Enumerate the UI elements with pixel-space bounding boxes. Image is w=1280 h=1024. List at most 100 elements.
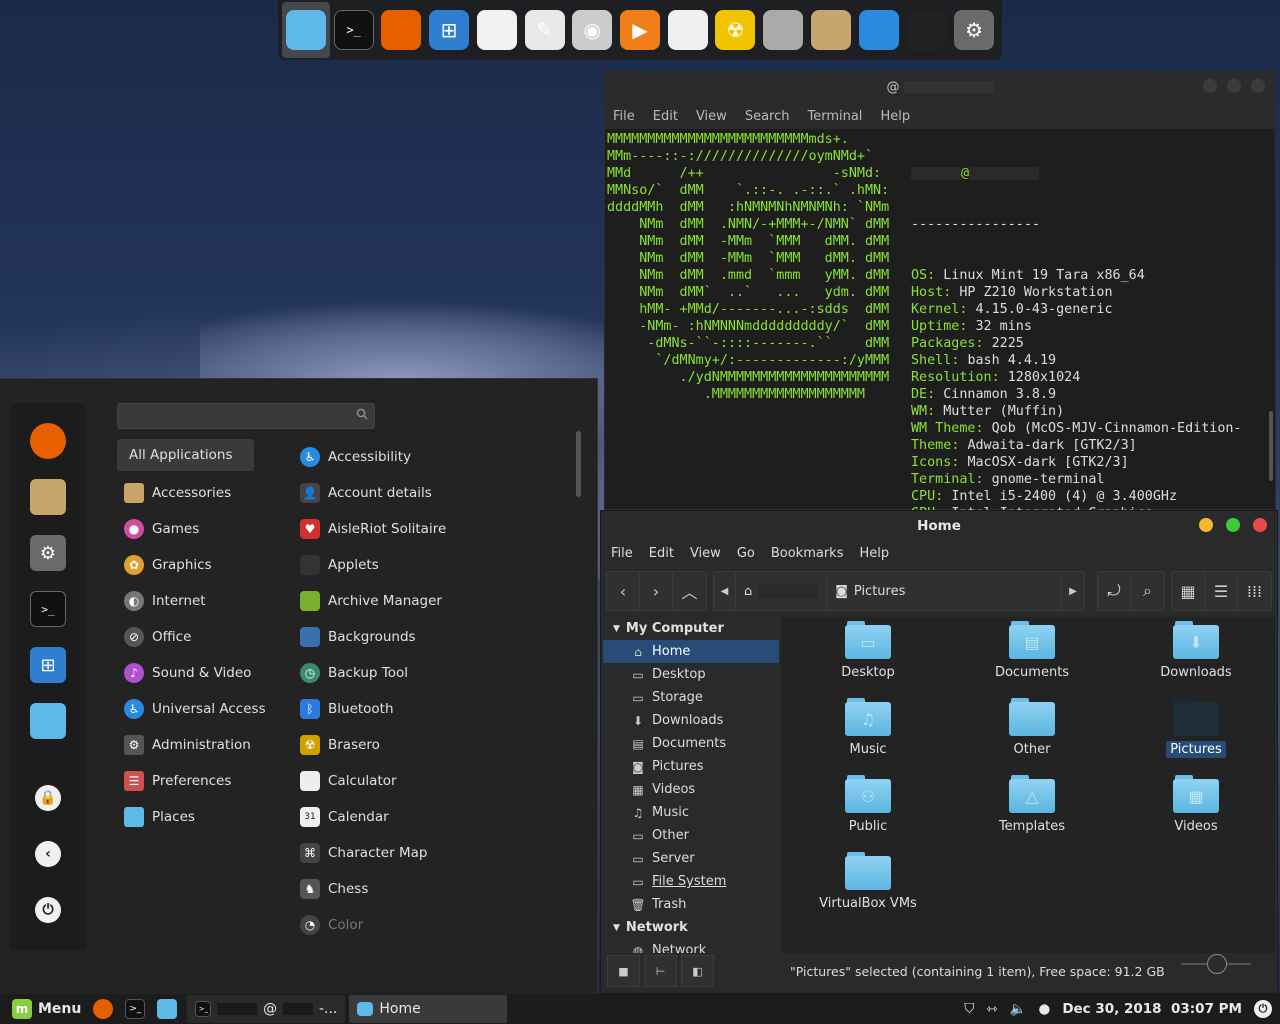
sidebar-item-videos[interactable]: ▦ Videos — [603, 778, 779, 801]
menu-search-input[interactable] — [118, 408, 356, 424]
sidebar-section-network[interactable]: ▼ Network — [603, 916, 779, 939]
sidebar-section-my-computer[interactable]: ▼ My Computer — [603, 617, 779, 640]
search-button[interactable]: ⌕ — [1131, 572, 1164, 610]
terminal-menu-edit[interactable]: Edit — [653, 109, 678, 124]
panel-launcher-files[interactable] — [151, 994, 183, 1024]
show-places-button[interactable]: ■ — [607, 955, 640, 987]
terminal-menu-help[interactable]: Help — [880, 109, 910, 124]
dock-item-firefox[interactable] — [377, 2, 425, 58]
category-accessories[interactable]: Accessories — [117, 475, 287, 511]
dock-item-brasero[interactable]: ☢ — [712, 2, 760, 58]
maximize-button[interactable] — [1226, 518, 1240, 532]
sidebar-item-music[interactable]: ♫ Music — [603, 801, 779, 824]
app-account-details[interactable]: 👤 Account details — [300, 475, 570, 511]
menu-file[interactable]: File — [611, 546, 633, 561]
taskbar-home-window[interactable]: Home — [349, 995, 508, 1023]
app-backup-tool[interactable]: ◷ Backup Tool — [300, 655, 570, 691]
category-universal-access[interactable]: ♿ Universal Access — [117, 691, 287, 727]
dock-item-disks[interactable] — [759, 2, 807, 58]
sidebar-item-downloads[interactable]: ⬇ Downloads — [603, 709, 779, 732]
sidebar-item-desktop[interactable]: ▭ Desktop — [603, 663, 779, 686]
app-calculator[interactable]: Calculator — [300, 763, 570, 799]
terminal-menu-file[interactable]: File — [613, 109, 635, 124]
terminal-minimize-button[interactable] — [1203, 79, 1217, 93]
category-office[interactable]: ⊘ Office — [117, 619, 287, 655]
fav-archive-icon[interactable] — [30, 479, 66, 515]
show-tree-button[interactable]: ⊢ — [644, 955, 677, 987]
user-icon[interactable]: ● — [1039, 1001, 1051, 1017]
back-button[interactable]: ‹ — [607, 572, 640, 610]
network-icon[interactable]: ⇿ — [986, 1001, 997, 1017]
menu-view[interactable]: View — [690, 546, 721, 561]
folder-item[interactable]: ♫ Music — [798, 698, 938, 758]
menu-edit[interactable]: Edit — [649, 546, 674, 561]
category-all-applications[interactable]: All Applications — [117, 439, 254, 471]
folder-item[interactable]: ▭ Desktop — [798, 621, 938, 681]
sidebar-item-file-system[interactable]: ▭ File System — [603, 870, 779, 893]
dock-item-security[interactable] — [855, 2, 903, 58]
lock-screen-icon[interactable]: 🔒 — [35, 785, 61, 811]
dock-item-archive[interactable] — [807, 2, 855, 58]
clock[interactable]: Dec 30, 2018 03:07 PM — [1062, 1001, 1242, 1017]
folder-item[interactable]: ▤ Documents — [962, 621, 1102, 681]
sidebar-item-server[interactable]: ▭ Server — [603, 847, 779, 870]
category-sound-video[interactable]: ♪ Sound & Video — [117, 655, 287, 691]
fav-firefox-icon[interactable] — [30, 423, 66, 459]
dock-item-drawing[interactable]: ✎ — [521, 2, 569, 58]
terminal-scrollbar[interactable] — [1269, 411, 1273, 481]
dock-item-terminal[interactable]: >_ — [330, 2, 378, 58]
app-backgrounds[interactable]: Backgrounds — [300, 619, 570, 655]
category-places[interactable]: Places — [117, 799, 287, 835]
app-applets[interactable]: Applets — [300, 547, 570, 583]
terminal-titlebar[interactable]: @ — [605, 71, 1275, 103]
folder-item[interactable]: ⚇ Public — [798, 775, 938, 835]
app-calendar[interactable]: 31 Calendar — [300, 799, 570, 835]
close-button[interactable] — [1253, 518, 1267, 532]
menu-help[interactable]: Help — [859, 546, 889, 561]
taskbar-terminal-window[interactable]: >_ @ -... — [187, 995, 346, 1023]
folder-item[interactable]: ▦ Videos — [1126, 775, 1266, 835]
dock-item-disc[interactable]: ◉ — [568, 2, 616, 58]
forward-button[interactable]: › — [640, 572, 673, 610]
file-view[interactable]: ▭ Desktop ▤ Documents ⬇ Downloads ♫ Music Other P… — [781, 617, 1275, 953]
power-icon[interactable]: ⏻ — [35, 897, 61, 923]
category-administration[interactable]: ⚙ Administration — [117, 727, 287, 763]
menu-search-box[interactable] — [117, 403, 375, 429]
power-icon[interactable]: ⏻ — [1254, 1000, 1272, 1018]
dock-item-monitor[interactable] — [903, 2, 951, 58]
volume-icon[interactable]: 🔈 — [1010, 1001, 1027, 1017]
dock-item-settings[interactable]: ⚙ — [950, 2, 998, 58]
zoom-slider-knob[interactable] — [1207, 954, 1227, 974]
dock-item-calculator[interactable] — [664, 2, 712, 58]
dock-item-files[interactable] — [282, 2, 330, 58]
list-view-button[interactable]: ☰ — [1205, 572, 1238, 610]
sidebar-item-home[interactable]: ⌂ Home — [603, 640, 779, 663]
category-preferences[interactable]: ☰ Preferences — [117, 763, 287, 799]
fav-settings-icon[interactable]: ⚙ — [30, 535, 66, 571]
category-games[interactable]: ● Games — [117, 511, 287, 547]
folder-item[interactable]: Pictures — [1126, 698, 1266, 758]
app-color[interactable]: ◔ Color — [300, 907, 570, 943]
crumb-right-button[interactable]: ▶ — [1062, 572, 1084, 610]
compact-view-button[interactable]: ⁞⁞⁞ — [1238, 572, 1271, 610]
shield-icon[interactable]: ⛉ — [964, 1001, 974, 1017]
app-bluetooth[interactable]: ᛒ Bluetooth — [300, 691, 570, 727]
folder-item[interactable]: VirtualBox VMs — [798, 852, 938, 912]
hide-sidebar-button[interactable]: ◧ — [681, 955, 714, 987]
terminal-maximize-button[interactable] — [1227, 79, 1241, 93]
crumb-home[interactable]: ⌂ — [736, 572, 828, 610]
fav-system-monitor-icon[interactable]: ⊞ — [30, 647, 66, 683]
app-character-map[interactable]: ⌘ Character Map — [300, 835, 570, 871]
app-accessibility[interactable]: ♿ Accessibility — [300, 439, 570, 475]
zoom-slider[interactable] — [1181, 954, 1251, 974]
fav-files-icon[interactable] — [30, 703, 66, 739]
sidebar-item-other[interactable]: ▭ Other — [603, 824, 779, 847]
terminal-menu-view[interactable]: View — [696, 109, 727, 124]
logout-icon[interactable]: ‹ — [35, 841, 61, 867]
menu-go[interactable]: Go — [737, 546, 755, 561]
terminal-close-button[interactable] — [1251, 79, 1265, 93]
folder-item[interactable]: △ Templates — [962, 775, 1102, 835]
sidebar-item-storage[interactable]: ▭ Storage — [603, 686, 779, 709]
menu-scrollbar[interactable] — [576, 431, 581, 497]
app-archive-manager[interactable]: Archive Manager — [300, 583, 570, 619]
